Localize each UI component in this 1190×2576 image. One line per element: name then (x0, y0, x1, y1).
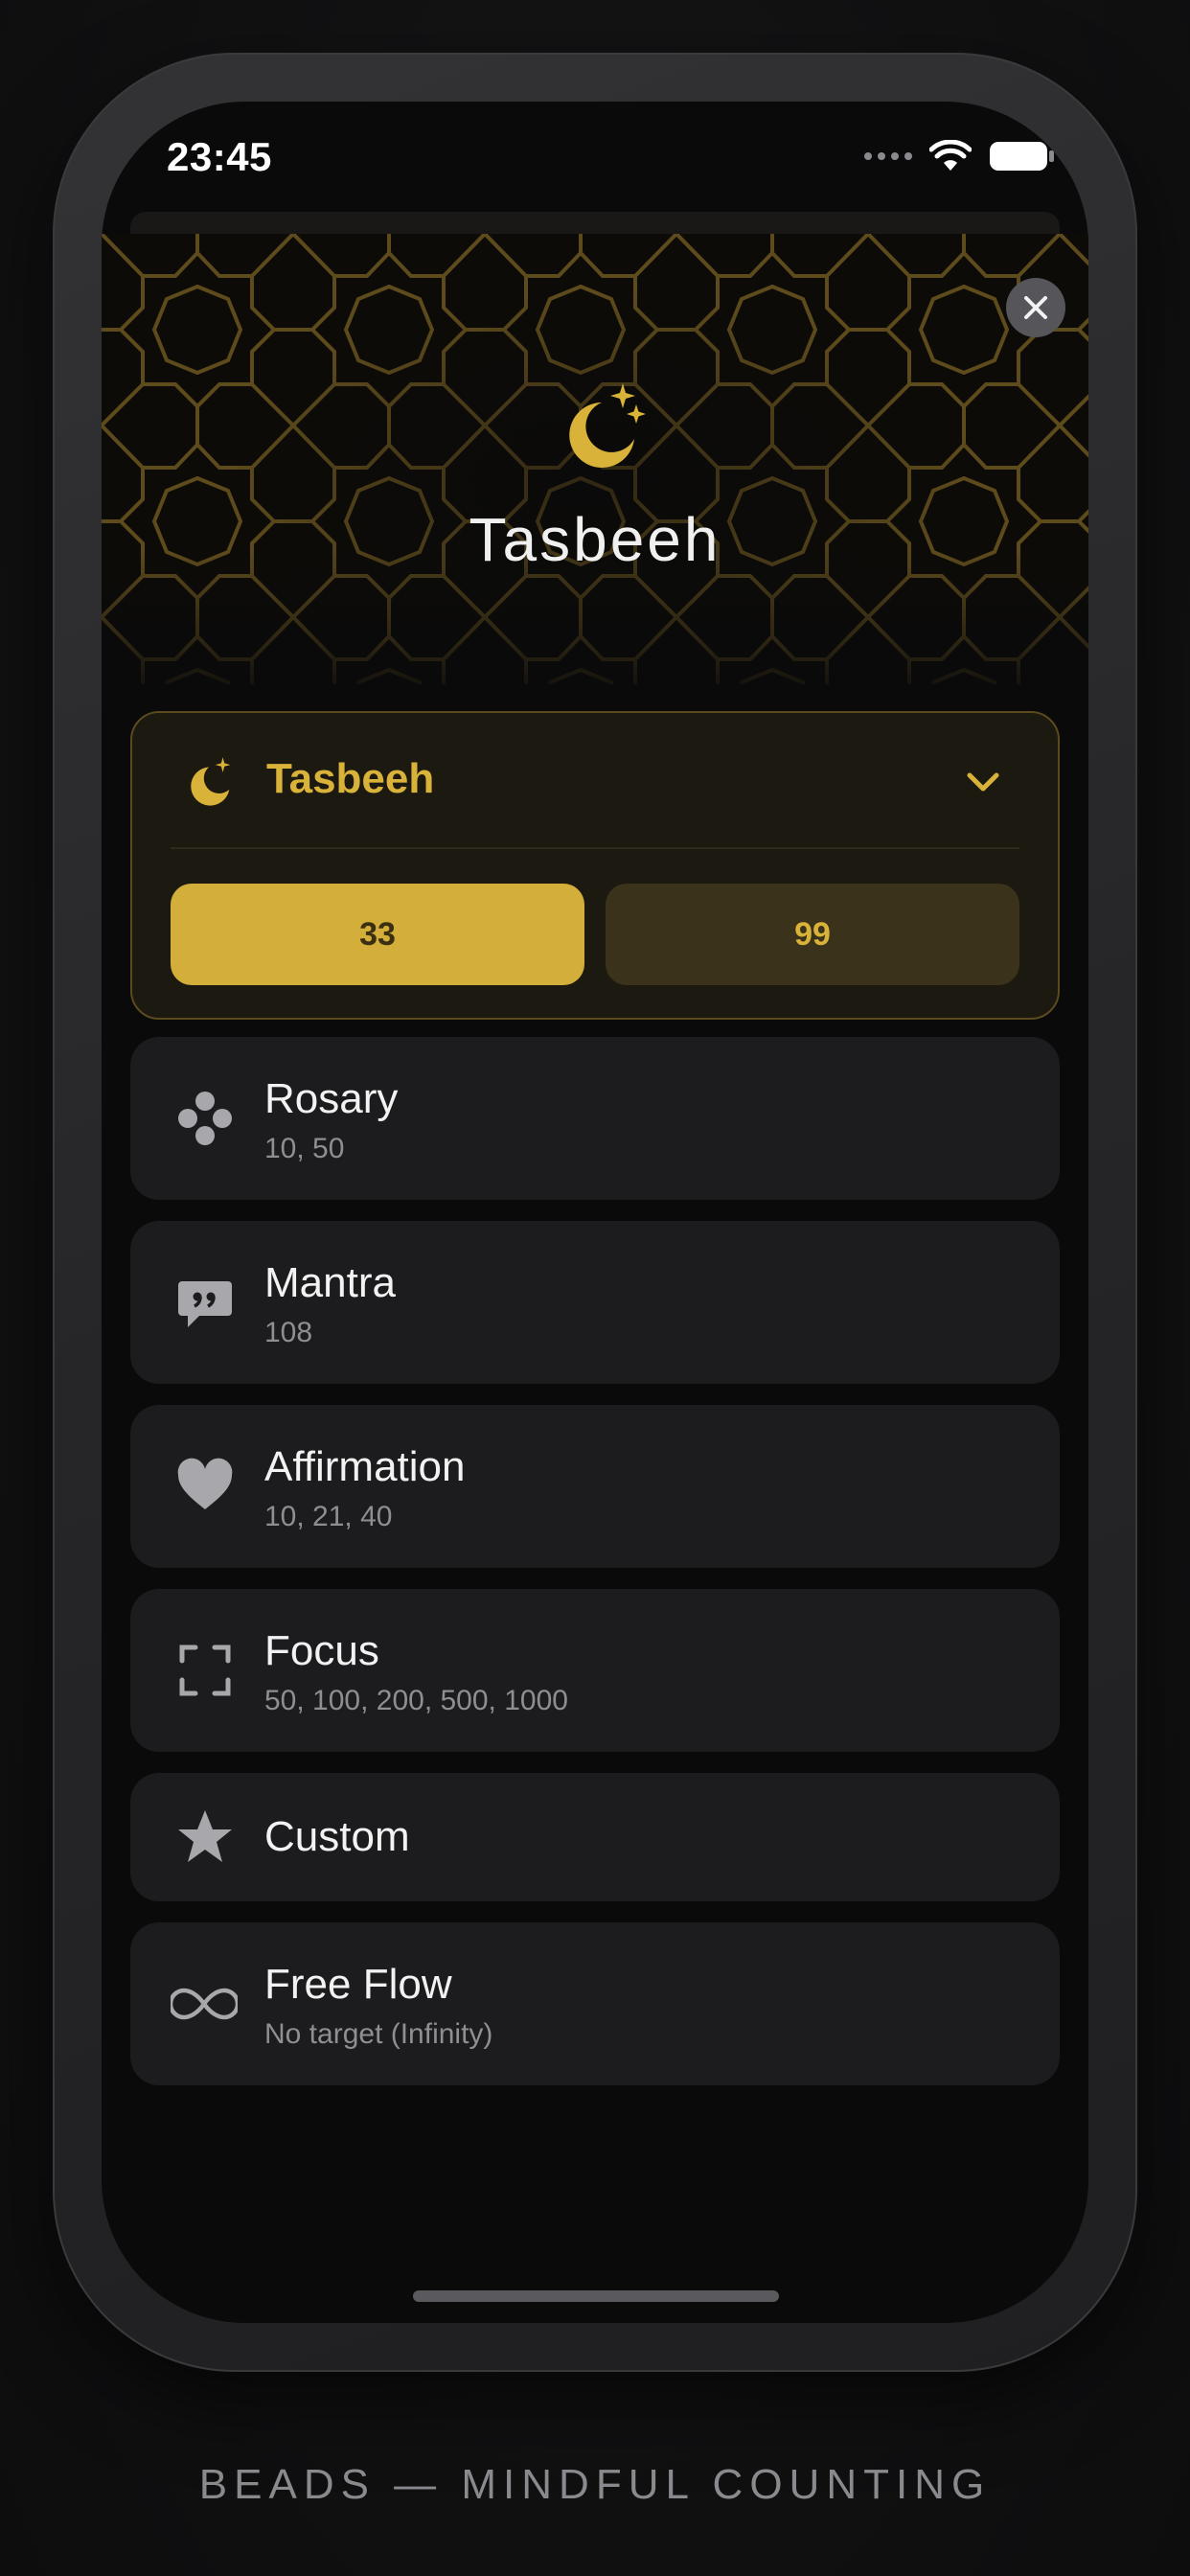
close-icon (1024, 296, 1047, 319)
rosary-beads-icon (178, 1092, 232, 1145)
count-option-33[interactable]: 33 (171, 884, 584, 985)
status-icons (864, 140, 1056, 172)
battery-icon (990, 142, 1054, 171)
preset-item-label: Affirmation (264, 1443, 466, 1490)
focus-frame-icon (179, 1644, 231, 1696)
divider (171, 847, 1019, 849)
preset-selected-label: Tasbeeh (266, 755, 435, 802)
preset-item-subtitle: 108 (264, 1317, 313, 1348)
preset-item-focus[interactable]: Focus 50, 100, 200, 500, 1000 (130, 1589, 1060, 1752)
preset-item-label: Custom (264, 1813, 410, 1860)
crescent-stars-icon (569, 383, 646, 468)
preset-item-label: Free Flow (264, 1961, 452, 2008)
preset-item-label: Mantra (264, 1259, 396, 1306)
star-icon (178, 1810, 232, 1862)
preset-item-custom[interactable]: Custom (130, 1773, 1060, 1901)
preset-item-free-flow[interactable]: Free Flow No target (Infinity) (130, 1922, 1060, 2085)
preset-item-subtitle: 50, 100, 200, 500, 1000 (264, 1685, 568, 1716)
page-title: Tasbeeh (469, 505, 721, 574)
heart-icon (177, 1458, 233, 1509)
preset-item-subtitle: No target (Infinity) (264, 2018, 493, 2050)
preset-selected-header[interactable]: Tasbeeh (132, 713, 1058, 847)
status-bar: 23:45 (102, 102, 1088, 212)
stage: 23:45 Tasbeeh Tasbeeh 33 99 Rosary 10, 5… (0, 0, 1190, 2576)
status-time: 23:45 (167, 134, 272, 179)
preset-item-subtitle: 10, 50 (264, 1133, 345, 1164)
cellular-signal-icon (864, 152, 912, 160)
count-option-99[interactable]: 99 (606, 884, 1019, 985)
crescent-stars-icon (191, 757, 231, 806)
preset-item-label: Rosary (264, 1075, 399, 1122)
preset-item-label: Focus (264, 1627, 379, 1674)
phone-screen: 23:45 Tasbeeh Tasbeeh 33 99 Rosary 10, 5… (102, 102, 1088, 2323)
close-button[interactable] (1006, 278, 1065, 337)
chevron-down-icon (967, 772, 999, 792)
infinity-icon (171, 1988, 238, 2020)
wifi-icon (929, 140, 972, 171)
preset-item-mantra[interactable]: Mantra 108 (130, 1221, 1060, 1384)
preset-card-selected: Tasbeeh 33 99 (130, 711, 1060, 1020)
preset-item-rosary[interactable]: Rosary 10, 50 (130, 1037, 1060, 1200)
footer-caption: BEADS — MINDFUL COUNTING (198, 2461, 992, 2508)
home-indicator[interactable] (413, 2290, 779, 2302)
preset-item-subtitle: 10, 21, 40 (264, 1501, 393, 1532)
preset-item-affirmation[interactable]: Affirmation 10, 21, 40 (130, 1405, 1060, 1568)
quote-bubble-icon (178, 1281, 232, 1327)
